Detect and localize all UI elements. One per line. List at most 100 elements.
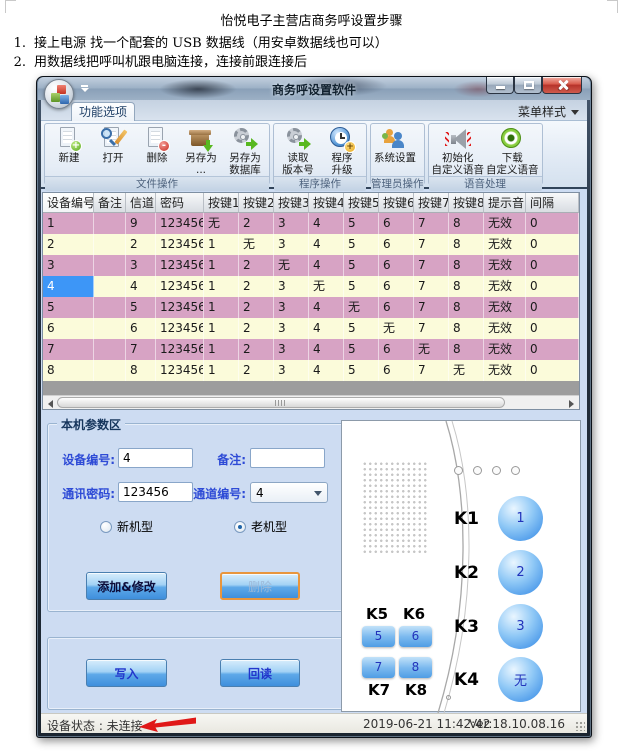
grid-cell[interactable]: 1 <box>204 318 239 339</box>
grid-cell[interactable]: 6 <box>379 234 414 255</box>
grid-cell[interactable]: 2 <box>239 297 274 318</box>
grid-cell[interactable]: 7 <box>414 255 449 276</box>
grid-cell[interactable]: 无效 <box>484 255 526 276</box>
grid-cell[interactable]: 无效 <box>484 234 526 255</box>
grid-cell[interactable]: 3 <box>274 234 309 255</box>
grid-cell[interactable]: 8 <box>449 339 484 360</box>
grid-cell[interactable]: 8 <box>449 213 484 234</box>
menu-style-dropdown[interactable]: 菜单样式 <box>518 103 579 120</box>
grid-cell[interactable]: 4 <box>309 234 344 255</box>
grid-cell[interactable]: 4 <box>309 318 344 339</box>
radio-old-model[interactable]: 老机型 <box>234 518 287 535</box>
grid-cell[interactable]: 2 <box>239 339 274 360</box>
add-modify-button[interactable]: 添加&修改 <box>86 572 167 600</box>
grid-cell[interactable]: 6 <box>43 318 94 339</box>
tab-function-options[interactable]: 功能选项 <box>71 102 135 121</box>
grid-header-cell[interactable]: 按键5 <box>344 193 379 213</box>
grid-cell[interactable] <box>94 234 126 255</box>
grid-cell[interactable]: 1 <box>204 276 239 297</box>
grid-cell[interactable]: 1 <box>204 339 239 360</box>
grid-cell[interactable]: 123456 <box>156 255 204 276</box>
grid-header-cell[interactable]: 设备编号 <box>43 193 94 213</box>
grid-cell[interactable]: 123456 <box>156 318 204 339</box>
grid-cell[interactable] <box>94 213 126 234</box>
grid-cell[interactable]: 5 <box>344 276 379 297</box>
channel-select[interactable]: 4 <box>250 482 328 503</box>
grid-cell[interactable]: 无效 <box>484 213 526 234</box>
grid-cell[interactable]: 2 <box>239 213 274 234</box>
grid-cell[interactable]: 6 <box>379 360 414 381</box>
grid-cell[interactable]: 无 <box>274 255 309 276</box>
grid-header-cell[interactable]: 按键4 <box>309 193 344 213</box>
grid-cell[interactable]: 0 <box>526 360 579 381</box>
grid-header-cell[interactable]: 按键1 <box>204 193 239 213</box>
ribbon-button[interactable]: 新建 <box>47 125 91 176</box>
grid-header-cell[interactable]: 备注 <box>94 193 126 213</box>
grid-cell[interactable]: 无 <box>204 213 239 234</box>
grid-cell[interactable]: 5 <box>344 213 379 234</box>
grid-cell[interactable]: 4 <box>126 276 156 297</box>
app-menu-button[interactable] <box>44 79 74 109</box>
grid-header-cell[interactable]: 密码 <box>156 193 204 213</box>
grid-cell[interactable]: 7 <box>126 339 156 360</box>
grid-cell[interactable]: 无 <box>309 276 344 297</box>
grid-cell[interactable]: 7 <box>414 360 449 381</box>
grid-cell[interactable]: 2 <box>239 255 274 276</box>
grid-cell[interactable]: 6 <box>379 339 414 360</box>
grid-cell[interactable]: 7 <box>414 318 449 339</box>
password-input[interactable] <box>118 482 193 502</box>
ribbon-button[interactable]: 另存为... <box>179 125 223 176</box>
grid-header-cell[interactable]: 按键7 <box>414 193 449 213</box>
grid-cell[interactable]: 6 <box>379 276 414 297</box>
grid-cell[interactable] <box>94 360 126 381</box>
delete-button[interactable]: 删除 <box>220 572 300 600</box>
grid-header-cell[interactable]: 按键6 <box>379 193 414 213</box>
grid-cell[interactable]: 7 <box>414 213 449 234</box>
grid-cell[interactable]: 2 <box>126 234 156 255</box>
grid-cell[interactable]: 8 <box>449 234 484 255</box>
ribbon-button[interactable]: 打开 <box>91 125 135 176</box>
grid-cell[interactable]: 123456 <box>156 360 204 381</box>
radio-circle-selected[interactable] <box>234 521 246 533</box>
grid-cell[interactable]: 2 <box>239 276 274 297</box>
grid-cell[interactable]: 无 <box>239 234 274 255</box>
grid-cell[interactable]: 4 <box>309 360 344 381</box>
quick-access-dropdown-icon[interactable] <box>81 85 89 93</box>
grid-cell[interactable]: 0 <box>526 297 579 318</box>
grid-cell[interactable]: 4 <box>309 297 344 318</box>
grid-cell[interactable]: 3 <box>274 276 309 297</box>
grid-cell[interactable]: 6 <box>379 213 414 234</box>
grid-cell[interactable]: 4 <box>309 213 344 234</box>
grid-cell[interactable]: 7 <box>414 276 449 297</box>
maximize-button[interactable] <box>514 77 542 94</box>
close-button[interactable] <box>542 77 582 94</box>
grid-cell[interactable]: 1 <box>43 213 94 234</box>
grid-cell[interactable]: 4 <box>43 276 94 297</box>
grid-cell[interactable]: 0 <box>526 276 579 297</box>
grid-cell[interactable]: 1 <box>204 234 239 255</box>
resize-grip[interactable] <box>575 721 585 731</box>
grid-cell[interactable]: 无效 <box>484 276 526 297</box>
ribbon-button[interactable]: 下载自定义语音 <box>485 125 540 176</box>
grid-cell[interactable]: 3 <box>274 297 309 318</box>
grid-cell[interactable]: 8 <box>449 276 484 297</box>
note-input[interactable] <box>250 448 325 468</box>
scroll-right-arrow[interactable] <box>564 396 579 409</box>
grid-cell[interactable] <box>94 318 126 339</box>
scrollbar-thumb[interactable] <box>57 397 505 408</box>
write-button[interactable]: 写入 <box>86 659 167 687</box>
ribbon-button[interactable]: 读取版本号 <box>276 125 320 176</box>
grid-cell[interactable]: 123456 <box>156 339 204 360</box>
grid-cell[interactable]: 无效 <box>484 297 526 318</box>
grid-cell[interactable]: 8 <box>43 360 94 381</box>
grid-cell[interactable]: 1 <box>204 255 239 276</box>
grid-cell[interactable]: 123456 <box>156 234 204 255</box>
grid-cell[interactable]: 8 <box>449 297 484 318</box>
grid-cell[interactable]: 5 <box>344 318 379 339</box>
grid-cell[interactable] <box>94 276 126 297</box>
grid-cell[interactable]: 0 <box>526 318 579 339</box>
grid-cell[interactable]: 7 <box>43 339 94 360</box>
grid-cell[interactable]: 1 <box>204 360 239 381</box>
ribbon-button[interactable]: 系统设置 <box>373 125 417 176</box>
grid-cell[interactable]: 无 <box>449 360 484 381</box>
